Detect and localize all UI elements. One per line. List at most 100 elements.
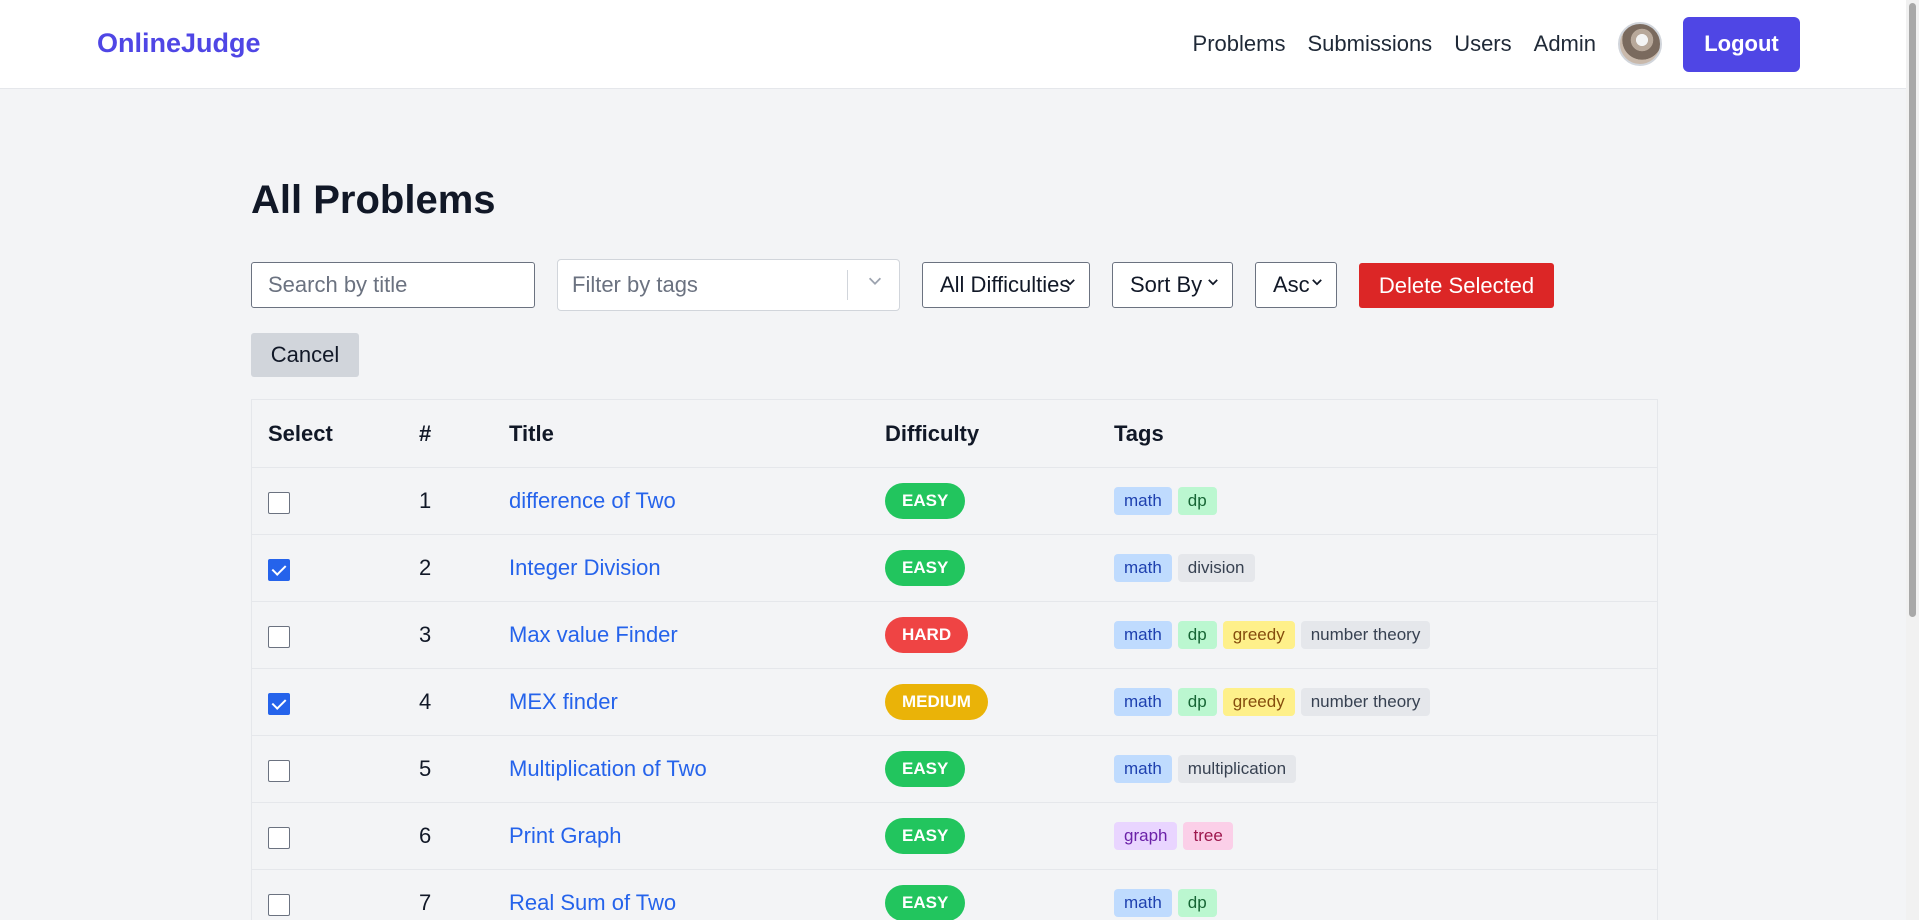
problem-title-link[interactable]: difference of Two xyxy=(509,488,676,514)
tag-chip: math xyxy=(1114,554,1172,582)
table-row: 3 Max value Finder HARD math dp greedy number … xyxy=(252,602,1657,669)
row-checkbox[interactable] xyxy=(268,492,290,514)
difficulty-cell: EASY xyxy=(885,803,966,869)
tags-cell: math dp xyxy=(1114,870,1223,920)
problem-title-cell: Real Sum of Two xyxy=(509,870,676,920)
tag-chip: math xyxy=(1114,621,1172,649)
difficulty-cell: EASY xyxy=(885,736,966,802)
difficulty-badge: EASY xyxy=(885,751,966,787)
problem-title-cell: Print Graph xyxy=(509,803,622,869)
row-checkbox[interactable] xyxy=(268,693,290,715)
problem-number: 7 xyxy=(419,890,432,915)
row-checkbox[interactable] xyxy=(268,559,290,581)
nav-link-users[interactable]: Users xyxy=(1454,31,1511,57)
tag-chip: number theory xyxy=(1300,688,1431,716)
difficulty-cell: EASY xyxy=(885,468,966,534)
difficulty-badge: EASY xyxy=(885,818,966,854)
tags-cell: math dp xyxy=(1114,468,1223,534)
problem-number: 2 xyxy=(419,555,432,580)
row-select-cell xyxy=(268,535,290,601)
nav-link-submissions[interactable]: Submissions xyxy=(1307,31,1432,57)
difficulty-cell: MEDIUM xyxy=(885,669,988,735)
tag-chip: dp xyxy=(1177,621,1217,649)
tag-chip: math xyxy=(1114,688,1172,716)
problem-title-link[interactable]: Real Sum of Two xyxy=(509,890,676,916)
nav-link-problems[interactable]: Problems xyxy=(1193,31,1286,57)
problems-table: Select # Title Difficulty Tags 1 differen… xyxy=(251,399,1658,920)
row-checkbox[interactable] xyxy=(268,827,290,849)
difficulty-badge: MEDIUM xyxy=(885,684,988,720)
row-checkbox[interactable] xyxy=(268,894,290,916)
tags-filter-placeholder: Filter by tags xyxy=(572,272,698,297)
tag-chip: number theory xyxy=(1300,621,1431,649)
difficulty-select[interactable]: All Difficulties xyxy=(922,262,1090,308)
problem-title-cell: MEX finder xyxy=(509,669,618,735)
table-row: 7 Real Sum of Two EASY math dp xyxy=(252,870,1657,920)
row-checkbox[interactable] xyxy=(268,626,290,648)
problem-title-cell: Integer Division xyxy=(509,535,661,601)
delete-selected-button[interactable]: Delete Selected xyxy=(1359,263,1554,308)
difficulty-cell: HARD xyxy=(885,602,969,668)
row-select-cell xyxy=(268,870,290,920)
problem-title-cell: difference of Two xyxy=(509,468,676,534)
problem-title-link[interactable]: Integer Division xyxy=(509,555,661,581)
problem-title-cell: Max value Finder xyxy=(509,602,678,668)
table-row: 5 Multiplication of Two EASY math multiplica… xyxy=(252,736,1657,803)
nav-links: Problems Submissions Users Admin Logout xyxy=(1193,0,1906,88)
page-title: All Problems xyxy=(251,178,496,222)
order-select[interactable]: Asc xyxy=(1255,262,1337,308)
sort-by-select[interactable]: Sort By xyxy=(1112,262,1233,308)
difficulty-badge: HARD xyxy=(885,617,969,653)
nav-link-admin[interactable]: Admin xyxy=(1534,31,1596,57)
difficulty-badge: EASY xyxy=(885,885,966,920)
tag-chip: greedy xyxy=(1222,621,1295,649)
tags-filter-select[interactable]: Filter by tags xyxy=(557,259,900,311)
row-select-cell xyxy=(268,669,290,735)
row-checkbox[interactable] xyxy=(268,760,290,782)
tag-chip: dp xyxy=(1177,487,1217,515)
tag-chip: tree xyxy=(1183,822,1233,850)
avatar[interactable] xyxy=(1618,22,1662,66)
header-tags: Tags xyxy=(1114,420,1164,446)
problem-title-link[interactable]: Max value Finder xyxy=(509,622,678,648)
tags-filter-separator xyxy=(847,270,848,300)
search-input[interactable] xyxy=(251,262,535,308)
row-select-cell xyxy=(268,468,290,534)
header-title: Title xyxy=(509,420,554,446)
logout-button[interactable]: Logout xyxy=(1683,16,1800,72)
page-scrollbar[interactable] xyxy=(1906,0,1919,920)
table-header-row: Select # Title Difficulty Tags xyxy=(252,400,1657,468)
header-select: Select xyxy=(268,420,333,446)
table-row: 1 difference of Two EASY math dp xyxy=(252,468,1657,535)
problem-title-link[interactable]: Multiplication of Two xyxy=(509,756,707,782)
table-row: 4 MEX finder MEDIUM math dp greedy number theo… xyxy=(252,669,1657,736)
tag-chip: math xyxy=(1114,755,1172,783)
tag-chip: dp xyxy=(1177,889,1217,917)
difficulty-badge: EASY xyxy=(885,550,966,586)
tag-chip: dp xyxy=(1177,688,1217,716)
difficulty-cell: EASY xyxy=(885,535,966,601)
table-row: 2 Integer Division EASY math division xyxy=(252,535,1657,602)
tags-cell: math dp greedy number theory xyxy=(1114,602,1436,668)
table-body: 1 difference of Two EASY math dp 2 Integer Div… xyxy=(252,468,1657,920)
chevron-down-icon xyxy=(1063,275,1077,294)
scrollbar-thumb[interactable] xyxy=(1909,3,1916,617)
difficulty-select-value: All Difficulties xyxy=(940,272,1071,297)
cancel-button[interactable]: Cancel xyxy=(251,333,359,377)
tag-chip: greedy xyxy=(1222,688,1295,716)
tag-chip: multiplication xyxy=(1177,755,1297,783)
problem-title-link[interactable]: MEX finder xyxy=(509,689,618,715)
tag-chip: division xyxy=(1177,554,1255,582)
brand-logo[interactable]: OnlineJudge xyxy=(97,28,261,59)
tags-cell: math dp greedy number theory xyxy=(1114,669,1436,735)
row-select-cell xyxy=(268,736,290,802)
problem-number: 6 xyxy=(419,823,432,848)
problem-title-link[interactable]: Print Graph xyxy=(509,823,622,849)
sort-by-select-value: Sort By xyxy=(1130,272,1203,297)
problem-number: 1 xyxy=(419,488,432,513)
problem-number: 5 xyxy=(419,756,432,781)
tag-chip: math xyxy=(1114,487,1172,515)
order-select-value: Asc xyxy=(1273,272,1310,297)
chevron-down-icon[interactable] xyxy=(866,272,884,296)
chevron-down-icon xyxy=(1206,275,1220,294)
